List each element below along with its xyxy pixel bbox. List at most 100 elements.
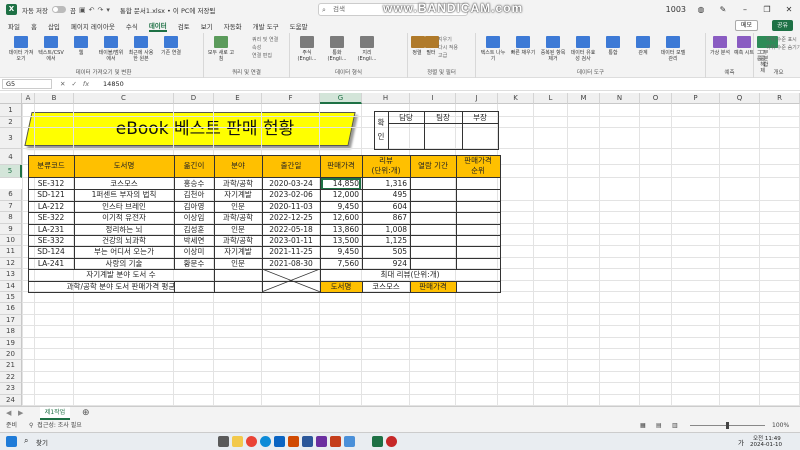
ribbon-button[interactable]: 데이터 모델 관리 <box>659 36 687 62</box>
ribbon-button[interactable]: 정렬 <box>411 36 425 56</box>
tab-1[interactable]: 홈 <box>31 21 37 31</box>
row-header-18[interactable]: 18 <box>0 326 22 338</box>
column-header-O[interactable]: O <box>640 93 672 104</box>
tab-0[interactable]: 파일 <box>8 21 20 31</box>
ribbon-button[interactable]: 가상 분석 <box>709 36 731 56</box>
ribbon-button[interactable]: 부분합 <box>763 36 778 68</box>
user-avatar-icon[interactable]: ◍ <box>690 5 712 14</box>
ribbon-small-button[interactable]: 연결 편집 <box>252 53 272 59</box>
column-header-D[interactable]: D <box>174 93 214 104</box>
ribbon-button[interactable]: 그룹 <box>757 36 771 62</box>
edge-icon[interactable] <box>260 436 271 447</box>
row-header-4[interactable]: 4 <box>0 149 22 165</box>
sheet-prev-icon[interactable]: ◀ <box>6 409 11 417</box>
column-header-P[interactable]: P <box>672 93 720 104</box>
row-header-7[interactable]: 7 <box>0 200 22 213</box>
row-header-3[interactable]: 3 <box>0 128 22 149</box>
ribbon-small-button[interactable]: 쿼리 및 연결 <box>252 37 278 43</box>
minimize-icon[interactable]: – <box>734 5 756 14</box>
enter-formula-icon[interactable]: ✓ <box>71 80 76 88</box>
ribbon-button[interactable]: 필터 <box>425 36 439 56</box>
row-header-2[interactable]: 2 <box>0 116 22 128</box>
row-header-13[interactable]: 13 <box>0 269 22 281</box>
column-header-R[interactable]: R <box>760 93 800 104</box>
row-header-23[interactable]: 23 <box>0 383 22 395</box>
ribbon-button[interactable]: 통합 <box>599 36 627 56</box>
windows-start-icon[interactable] <box>6 436 17 447</box>
select-all-corner[interactable] <box>0 93 22 104</box>
ribbon-button[interactable]: 지리 (Engli... <box>353 36 381 62</box>
sheet-next-icon[interactable]: ▶ <box>18 409 23 417</box>
column-header-Q[interactable]: Q <box>720 93 760 104</box>
restore-icon[interactable]: ❐ <box>756 5 778 14</box>
column-header-I[interactable]: I <box>410 93 456 104</box>
tab-5[interactable]: 데이터 <box>148 20 167 32</box>
ribbon-small-button[interactable]: 고급 <box>438 53 447 59</box>
column-header-G[interactable]: G <box>320 93 362 104</box>
ribbon-small-button[interactable]: 지우기 <box>438 37 452 43</box>
memo-button[interactable]: 메모 <box>734 20 758 31</box>
row-header-21[interactable]: 21 <box>0 360 22 372</box>
column-header-A[interactable]: A <box>22 93 35 104</box>
ribbon-button[interactable]: 테이블/범위에서 <box>97 36 125 62</box>
tab-7[interactable]: 보기 <box>201 21 213 31</box>
row-header-24[interactable]: 24 <box>0 394 22 406</box>
accessibility-status[interactable]: 접근성: 조사 필요 <box>37 422 81 429</box>
row-header-16[interactable]: 16 <box>0 303 22 315</box>
taskbar-language[interactable]: 가 <box>738 437 744 447</box>
explorer-icon[interactable] <box>232 436 243 447</box>
column-header-K[interactable]: K <box>498 93 534 104</box>
column-header-N[interactable]: N <box>600 93 640 104</box>
row-header-22[interactable]: 22 <box>0 371 22 384</box>
row-header-9[interactable]: 9 <box>0 223 22 235</box>
share-button[interactable]: 공유 <box>771 20 793 31</box>
undo-icon[interactable]: ↶ <box>89 6 95 14</box>
autosave-toggle[interactable] <box>52 6 66 13</box>
app-icon-2[interactable] <box>302 436 313 447</box>
row-header-15[interactable]: 15 <box>0 292 22 304</box>
taskbar-date[interactable]: 2024-01-10 <box>750 442 782 448</box>
row-header-12[interactable]: 12 <box>0 257 22 270</box>
bandicam-taskbar-icon[interactable] <box>386 436 397 447</box>
row-header-19[interactable]: 19 <box>0 337 22 349</box>
ribbon-small-button[interactable]: 속성 <box>252 45 261 51</box>
taskbar-time[interactable]: 오전 11:49 <box>753 434 781 442</box>
zoom-thumb[interactable] <box>726 422 729 429</box>
ribbon-button[interactable]: 텍스트 나누기 <box>479 36 507 62</box>
ribbon-button[interactable]: 최근에 사용한 원본 <box>127 36 155 62</box>
page-break-icon[interactable]: ▥ <box>672 420 678 432</box>
ribbon-button[interactable]: 텍스트/CSV에서 <box>37 36 65 62</box>
chrome-icon[interactable] <box>246 436 257 447</box>
normal-view-icon[interactable]: ▦ <box>640 420 646 432</box>
tab-4[interactable]: 수식 <box>126 21 138 31</box>
ribbon-small-button[interactable]: 하위 수준 숨기기 <box>766 45 800 51</box>
formula-value[interactable]: 14850 <box>103 80 124 88</box>
ribbon-button[interactable]: 그룹 해제 <box>760 36 775 74</box>
app-icon-4[interactable] <box>330 436 341 447</box>
ribbon-button[interactable]: 데이터 유효성 검사 <box>569 36 597 62</box>
outlook-icon[interactable] <box>274 436 285 447</box>
taskview-icon[interactable] <box>218 436 229 447</box>
column-header-B[interactable]: B <box>35 93 74 104</box>
column-header-F[interactable]: F <box>262 93 320 104</box>
row-header-10[interactable]: 10 <box>0 235 22 247</box>
row-header-11[interactable]: 11 <box>0 246 22 258</box>
sheet-tab-1[interactable]: 제1작업 <box>40 407 70 420</box>
ribbon-button[interactable]: 웹 <box>67 36 95 56</box>
ribbon-button[interactable]: 모두 새로 고침 <box>207 36 235 62</box>
column-header-L[interactable]: L <box>534 93 568 104</box>
app-icon-1[interactable] <box>288 436 299 447</box>
row-header-6[interactable]: 6 <box>0 189 22 201</box>
pen-icon[interactable]: ✎ <box>712 5 734 14</box>
tab-3[interactable]: 페이지 레이아웃 <box>71 21 115 31</box>
row-header-17[interactable]: 17 <box>0 314 22 327</box>
add-sheet-icon[interactable]: ⊕ <box>82 408 90 418</box>
row-header-5[interactable]: 5 <box>0 165 22 178</box>
close-icon[interactable]: ✕ <box>778 5 800 14</box>
column-header-C[interactable]: C <box>74 93 174 104</box>
row-header-14[interactable]: 14 <box>0 280 22 292</box>
tab-8[interactable]: 자동화 <box>224 21 242 31</box>
cancel-formula-icon[interactable]: ✕ <box>60 80 65 88</box>
ribbon-button[interactable]: 데이터 가져오기 <box>7 36 35 62</box>
row-header-1[interactable]: 1 <box>0 104 22 117</box>
